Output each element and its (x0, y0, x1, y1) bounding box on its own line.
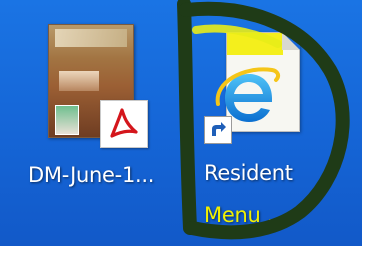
desktop-icon-pdf-file[interactable]: DM-June-1... (28, 18, 158, 198)
desktop-icon-label: DM-June-1... (28, 163, 155, 187)
yellow-highlight-band (227, 33, 283, 55)
shortcut-thumbnail (200, 32, 300, 150)
desktop-icon-label-line2: Menu ... (204, 203, 286, 227)
cover-title-band (55, 29, 127, 47)
desktop-icon-label-line1: Resident (204, 161, 293, 185)
page-corner-fold (282, 32, 300, 50)
cover-inset-photo (55, 105, 79, 135)
desktop-icon-internet-shortcut[interactable]: Resident Menu ... (178, 10, 338, 230)
pdf-thumbnail (48, 24, 148, 148)
cover-text-block (59, 71, 99, 91)
desktop-background: DM-June-1... Resident Menu ... (0, 0, 362, 246)
adobe-pdf-icon (100, 100, 148, 148)
shortcut-arrow-icon (204, 116, 232, 144)
